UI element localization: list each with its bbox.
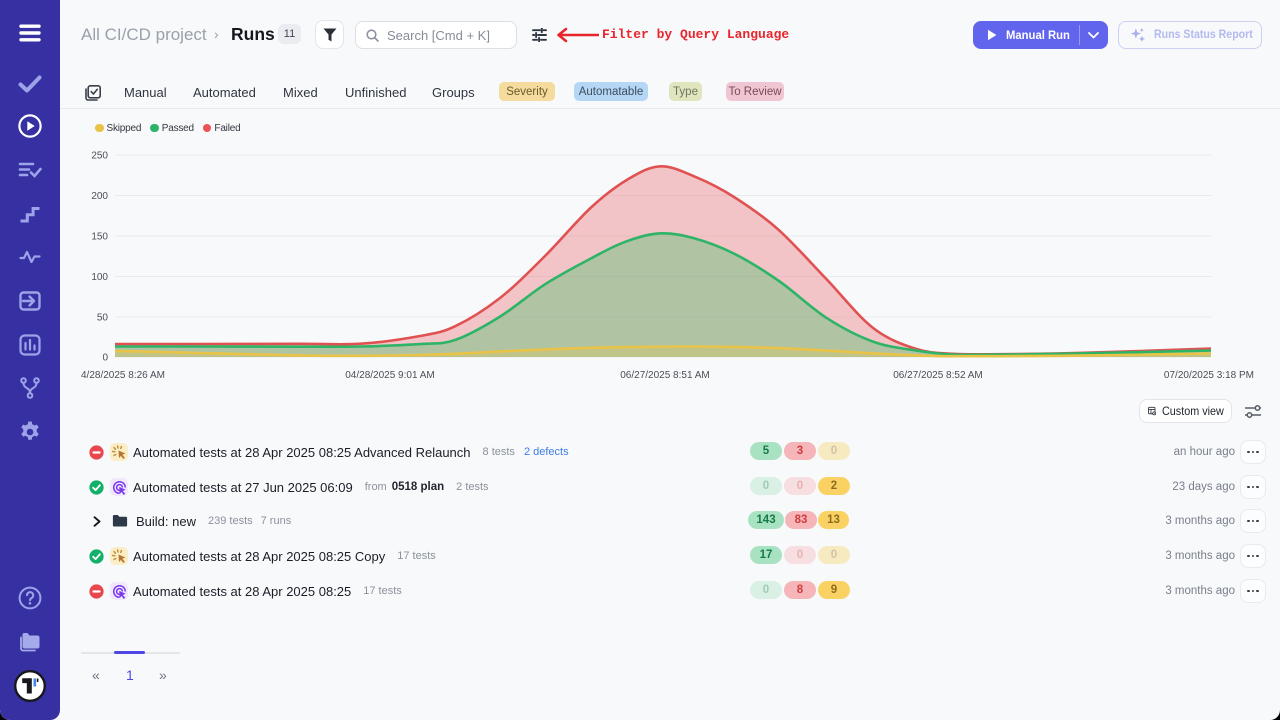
svg-text:4/28/2025 8:26 AM: 4/28/2025 8:26 AM (81, 370, 165, 381)
svg-text:06/27/2025 8:52 AM: 06/27/2025 8:52 AM (893, 370, 983, 381)
svg-text:150: 150 (91, 232, 108, 243)
svg-text:06/27/2025 8:51 AM: 06/27/2025 8:51 AM (620, 370, 710, 381)
svg-text:100: 100 (91, 272, 108, 283)
svg-text:04/28/2025 9:01 AM: 04/28/2025 9:01 AM (345, 370, 435, 381)
svg-text:0: 0 (102, 353, 108, 364)
svg-text:250: 250 (91, 151, 108, 162)
svg-text:07/20/2025 3:18 PM: 07/20/2025 3:18 PM (1164, 370, 1254, 381)
svg-text:200: 200 (91, 191, 108, 202)
svg-text:50: 50 (97, 313, 109, 324)
